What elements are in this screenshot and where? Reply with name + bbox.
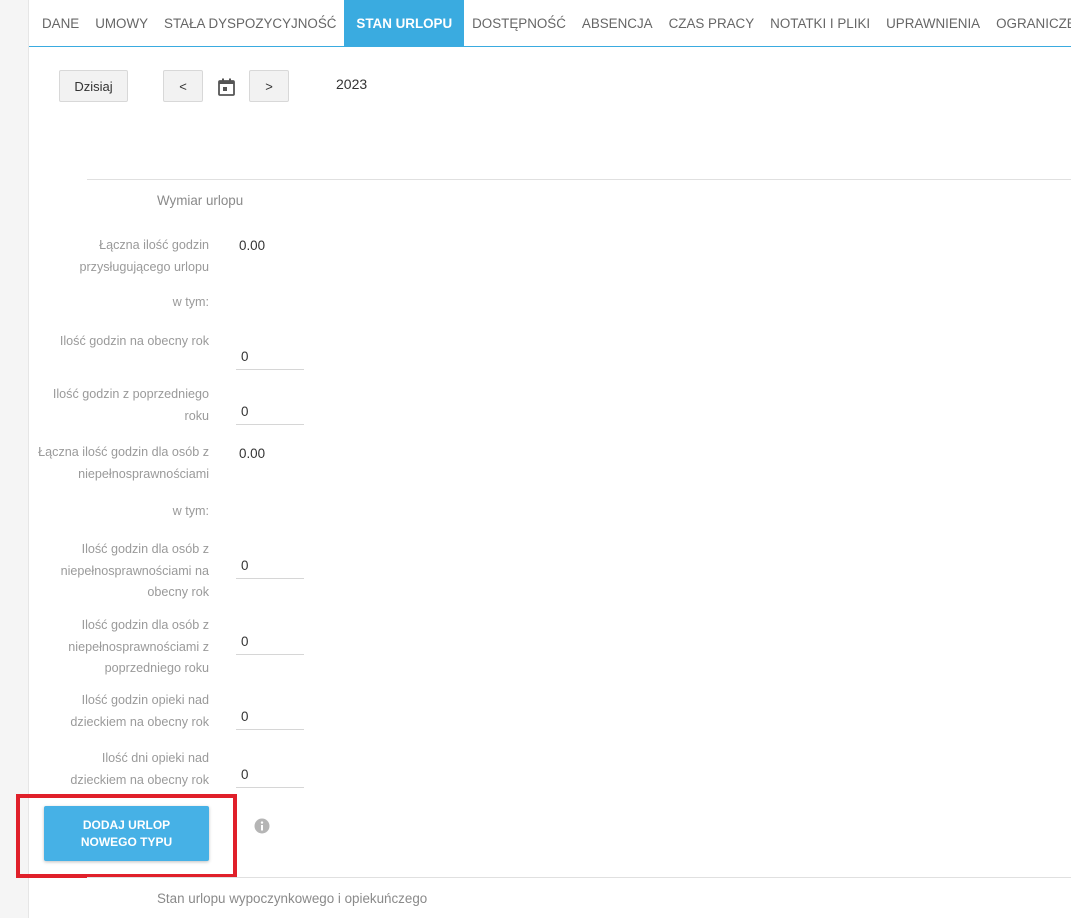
- year-display: 2023: [336, 76, 368, 92]
- tab-bar: DANE UMOWY STAŁA DYSPOZYCYJNOŚĆ STAN URL…: [29, 0, 1071, 47]
- left-panel-edge: [0, 0, 29, 918]
- tab-ograniczenia[interactable]: OGRANICZENIA: [988, 0, 1071, 46]
- label-childcare-hours: Ilość godzin opieki nad dzieckiem na obe…: [70, 693, 209, 729]
- tab-absencja[interactable]: ABSENCJA: [574, 0, 661, 46]
- label-disabled-previous: Ilość godzin dla osób z niepełnosprawnoś…: [68, 618, 209, 675]
- calendar-icon[interactable]: [218, 78, 235, 96]
- childcare-days-input[interactable]: [236, 756, 304, 788]
- tab-umowy[interactable]: UMOWY: [87, 0, 156, 46]
- disabled-current-hours-input[interactable]: [236, 547, 304, 579]
- tab-notatki-i-pliki[interactable]: NOTATKI I PLIKI: [762, 0, 878, 46]
- previous-year-hours-input[interactable]: [236, 393, 304, 425]
- info-icon[interactable]: [254, 818, 270, 834]
- label-total-hours: Łączna ilość godzin przysługującego urlo…: [79, 238, 209, 274]
- divider: [87, 877, 1071, 878]
- label-childcare-days: Ilość dni opieki nad dzieckiem na obecny…: [70, 751, 209, 787]
- tab-czas-pracy[interactable]: CZAS PRACY: [661, 0, 763, 46]
- value-disabled-total: 0.00: [239, 446, 266, 461]
- label-w-tym: w tym:: [172, 504, 209, 518]
- tab-uprawnienia[interactable]: UPRAWNIENIA: [878, 0, 988, 46]
- divider: [87, 179, 1071, 180]
- tab-stala-dyspozycyjnosc[interactable]: STAŁA DYSPOZYCYJNOŚĆ: [156, 0, 344, 46]
- disabled-previous-hours-input[interactable]: [236, 623, 304, 655]
- prev-year-button[interactable]: <: [163, 70, 203, 102]
- childcare-hours-input[interactable]: [236, 698, 304, 730]
- label-w-tym: w tym:: [172, 295, 209, 309]
- label-disabled-total: Łączna ilość godzin dla osób z niepełnos…: [38, 445, 209, 481]
- tab-stan-urlopu[interactable]: STAN URLOPU: [344, 0, 465, 46]
- tab-dane[interactable]: DANE: [29, 0, 87, 46]
- section-title-stan: Stan urlopu wypoczynkowego i opiekuńczeg…: [157, 891, 428, 906]
- tab-dostepnosc[interactable]: DOSTĘPNOŚĆ: [464, 0, 574, 46]
- label-disabled-current: Ilość godzin dla osób z niepełnosprawnoś…: [60, 542, 209, 599]
- current-year-hours-input[interactable]: [236, 338, 304, 370]
- label-current-year-hours: Ilość godzin na obecny rok: [59, 334, 209, 348]
- value-total-hours: 0.00: [239, 238, 266, 253]
- section-title-wymiar: Wymiar urlopu: [157, 193, 244, 208]
- highlight-box: [16, 794, 237, 878]
- label-previous-year-hours: Ilość godzin z poprzedniego roku: [52, 387, 209, 423]
- next-year-button[interactable]: >: [249, 70, 289, 102]
- today-button[interactable]: Dzisiaj: [59, 70, 128, 102]
